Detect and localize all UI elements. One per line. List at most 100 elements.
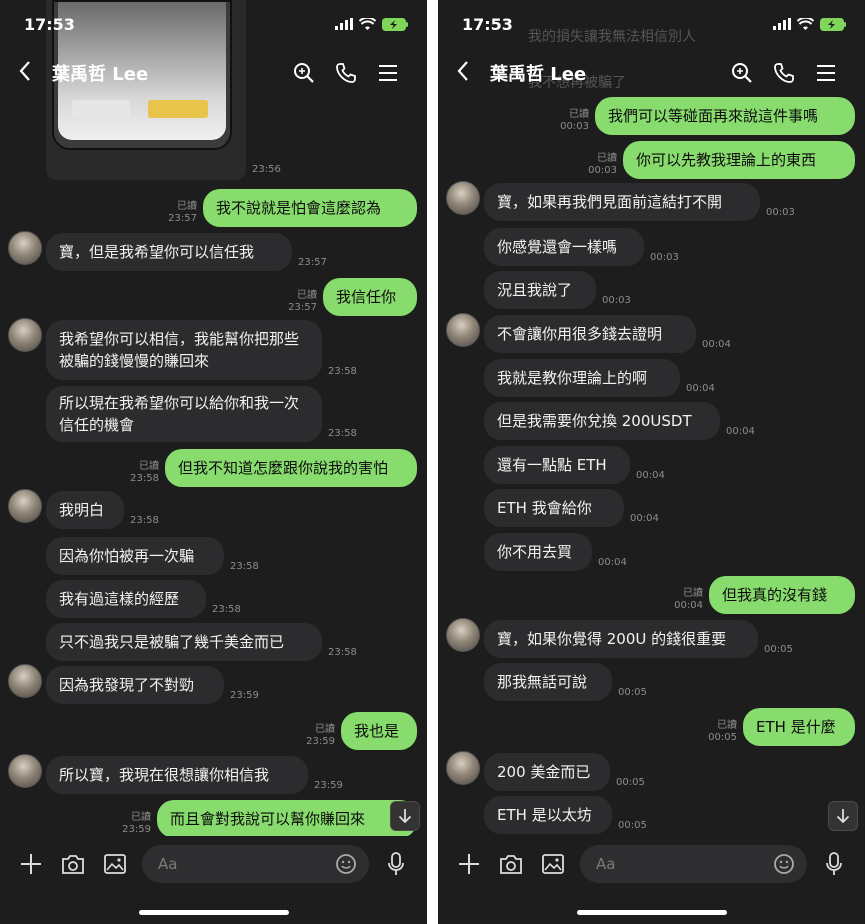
incoming-message[interactable]: 我就是教你理論上的啊 [484, 359, 680, 397]
incoming-message[interactable]: 我有過這樣的經歷 [46, 580, 206, 618]
incoming-message[interactable]: 你感覺還會一樣嗎 [484, 228, 644, 266]
image-icon[interactable] [104, 854, 126, 874]
camera-button[interactable] [52, 854, 94, 875]
back-button[interactable] [18, 60, 48, 86]
message-time: 已讀 00:04 [674, 588, 703, 612]
incoming-message[interactable]: 因為你怕被再一次騙 [46, 537, 224, 575]
message-time-value: 23:57 [288, 302, 317, 313]
chat-header: 葉禹哲 Lee [438, 48, 865, 98]
camera-icon[interactable] [61, 854, 85, 875]
avatar[interactable] [8, 318, 42, 352]
incoming-message[interactable]: ETH 是以太坊 [484, 796, 612, 834]
menu-icon[interactable] [816, 64, 836, 82]
arrow-down-icon[interactable] [398, 808, 412, 824]
emoji-icon[interactable] [335, 853, 357, 875]
add-button[interactable] [448, 853, 490, 875]
back-button[interactable] [456, 60, 486, 86]
search-icon[interactable] [731, 62, 753, 84]
outgoing-message[interactable]: 但我不知道怎麼跟你說我的害怕 [165, 449, 417, 487]
home-indicator[interactable] [138, 910, 289, 915]
voice-button[interactable] [813, 852, 855, 876]
microphone-icon[interactable] [387, 852, 405, 876]
outgoing-message[interactable]: 我們可以等碰面再來說這件事嗎 [595, 97, 855, 135]
avatar[interactable] [8, 489, 42, 523]
microphone-icon[interactable] [825, 852, 843, 876]
avatar[interactable] [446, 751, 480, 785]
incoming-message[interactable]: 況且我說了 [484, 271, 596, 309]
voice-button[interactable] [375, 852, 417, 876]
avatar[interactable] [8, 664, 42, 698]
menu-icon[interactable] [378, 64, 398, 82]
message-input[interactable]: Aa [142, 845, 369, 883]
menu-button[interactable] [805, 64, 847, 82]
outgoing-message[interactable]: 你可以先教我理論上的東西 [623, 141, 855, 179]
chat-area[interactable]: 23:56 我不說就是怕會這麼認為 已讀 23:57 寶，但是我希望你可以信任我 23:5… [0, 0, 427, 836]
signal-icon [773, 18, 791, 30]
incoming-message[interactable]: 你不用去買 [484, 533, 592, 571]
emoji-icon[interactable] [773, 853, 795, 875]
status-bar: 17:53 [0, 0, 427, 48]
incoming-message[interactable]: 我明白 [46, 491, 124, 529]
message-time: 00:04 [686, 383, 715, 394]
avatar[interactable] [8, 754, 42, 788]
search-icon[interactable] [293, 62, 315, 84]
chevron-left-icon[interactable] [456, 60, 470, 82]
plus-icon[interactable] [458, 853, 480, 875]
incoming-message[interactable]: 因為我發現了不對勁 [46, 666, 224, 704]
message-time: 23:57 [298, 257, 327, 268]
message-input[interactable]: Aa [580, 845, 807, 883]
incoming-message[interactable]: 不會讓你用很多錢去證明 [484, 315, 696, 353]
incoming-message[interactable]: 那我無話可說 [484, 663, 612, 701]
incoming-message[interactable]: 只不過我只是被騙了幾千美金而已 [46, 623, 322, 661]
contact-name[interactable]: 葉禹哲 Lee [52, 60, 283, 86]
incoming-message[interactable]: 我希望你可以相信，我能幫你把那些被騙的錢慢慢的賺回來 [46, 320, 322, 380]
add-button[interactable] [10, 853, 52, 875]
avatar[interactable] [446, 181, 480, 215]
incoming-message[interactable]: 但是我需要你兌換 200USDT [484, 402, 720, 440]
scroll-to-bottom-button[interactable] [390, 801, 420, 831]
avatar[interactable] [8, 231, 42, 265]
outgoing-message[interactable]: 我信任你 [323, 278, 417, 316]
gallery-button[interactable] [94, 854, 136, 874]
chevron-left-icon[interactable] [18, 60, 32, 82]
avatar[interactable] [446, 313, 480, 347]
incoming-message[interactable]: 寶，如果再我們見面前這結打不開 [484, 183, 760, 221]
plus-icon[interactable] [20, 853, 42, 875]
menu-button[interactable] [367, 64, 409, 82]
phone-icon[interactable] [773, 62, 795, 84]
incoming-message[interactable]: 寶，但是我希望你可以信任我 [46, 233, 292, 271]
incoming-message[interactable]: 所以現在我希望你可以給你和我一次信任的機會 [46, 386, 322, 442]
outgoing-message[interactable]: 而且會對我說可以幫你賺回來 [157, 800, 417, 836]
outgoing-message[interactable]: 但我真的沒有錢 [709, 576, 855, 614]
message-time: 23:58 [230, 561, 259, 572]
outgoing-message[interactable]: 我也是 [341, 712, 417, 750]
incoming-message[interactable]: 還有一點點 ETH [484, 446, 630, 484]
outgoing-message[interactable]: ETH 是什麼 [743, 708, 855, 746]
message-time: 00:05 [618, 687, 647, 698]
message-time: 已讀 00:05 [708, 720, 737, 744]
chat-area[interactable]: 我的損失讓我無法相信別人 我不想再被騙了 我們可以等碰面再來說這件事嗎 已讀 00:… [438, 0, 865, 836]
message-time: 00:05 [616, 777, 645, 788]
arrow-down-icon[interactable] [836, 808, 850, 824]
incoming-message[interactable]: 200 美金而已 [484, 753, 610, 791]
avatar[interactable] [446, 618, 480, 652]
image-icon[interactable] [542, 854, 564, 874]
incoming-message[interactable]: ETH 我會給你 [484, 489, 624, 527]
call-button[interactable] [325, 62, 367, 84]
contact-name[interactable]: 葉禹哲 Lee [490, 60, 721, 86]
home-indicator[interactable] [576, 910, 727, 915]
incoming-message[interactable]: 寶，如果你覺得 200U 的錢很重要 [484, 620, 758, 658]
read-receipt: 已讀 [315, 724, 335, 735]
call-button[interactable] [763, 62, 805, 84]
gallery-button[interactable] [532, 854, 574, 874]
search-button[interactable] [721, 62, 763, 84]
scroll-to-bottom-button[interactable] [828, 801, 858, 831]
camera-icon[interactable] [499, 854, 523, 875]
message-time: 23:58 [328, 366, 357, 377]
search-button[interactable] [283, 62, 325, 84]
camera-button[interactable] [490, 854, 532, 875]
phone-icon[interactable] [335, 62, 357, 84]
incoming-message[interactable]: 所以寶，我現在很想讓你相信我 [46, 756, 308, 794]
image-button-right [148, 100, 208, 118]
outgoing-message[interactable]: 我不說就是怕會這麼認為 [203, 189, 417, 227]
